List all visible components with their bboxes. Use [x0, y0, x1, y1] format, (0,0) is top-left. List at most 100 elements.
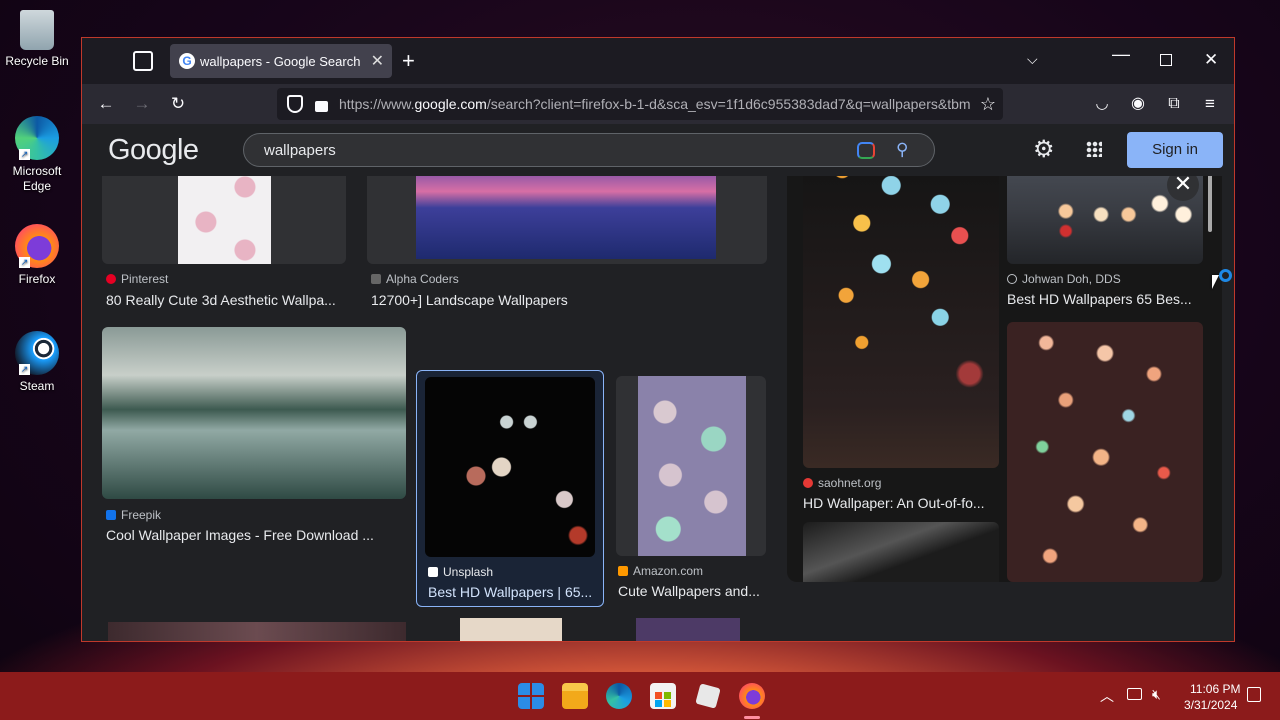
saohnet-favicon-icon: [803, 478, 813, 488]
forward-arrow-icon[interactable]: →: [131, 93, 153, 115]
shortcut-arrow-icon: ↗: [19, 364, 30, 375]
preview-image-gold-bokeh[interactable]: [1007, 322, 1203, 582]
google-apps-grid-icon[interactable]: [1086, 141, 1102, 157]
google-logo[interactable]: Google: [108, 134, 199, 167]
desktop-icon-label: Firefox: [18, 272, 56, 286]
desktop-icon-edge[interactable]: ↗ Microsoft Edge: [1, 116, 73, 194]
google-favicon-icon: G: [179, 53, 195, 69]
search-input[interactable]: wallpapers: [264, 142, 336, 159]
globe-icon: [1007, 274, 1017, 284]
start-windows-icon[interactable]: [518, 683, 544, 709]
panel-result-title[interactable]: Best HD Wallpapers 65 Bes...: [1007, 291, 1203, 307]
result-title[interactable]: 80 Really Cute 3d Aesthetic Wallpa...: [106, 292, 346, 308]
result-thumbnail[interactable]: [425, 377, 595, 557]
notifications-icon[interactable]: [1247, 687, 1261, 702]
panel-result-title[interactable]: HD Wallpaper: An Out-of-fo...: [803, 495, 999, 511]
search-icon[interactable]: ⚲: [896, 140, 908, 160]
planets-pattern-image: [638, 376, 746, 556]
mouse-cursor-icon: [1212, 275, 1219, 289]
new-tab-button[interactable]: +: [402, 48, 415, 74]
url-text: https://www.google.com/search?client=fir…: [339, 96, 971, 112]
result-title[interactable]: Best HD Wallpapers | 65...: [428, 584, 598, 600]
search-box[interactable]: wallpapers ⚲: [243, 133, 935, 167]
edge-taskbar-icon[interactable]: [606, 683, 632, 709]
preview-image-partial[interactable]: [803, 522, 999, 582]
desktop-icon-label: Steam: [19, 379, 55, 393]
amazon-favicon-icon: [618, 566, 628, 576]
panel-source-label: Johwan Doh, DDS: [1022, 272, 1121, 286]
loading-spinner-icon: [1219, 269, 1232, 282]
clock-time[interactable]: 11:06 PM: [1190, 682, 1240, 696]
desktop-icon-steam[interactable]: ↗ Steam: [1, 331, 73, 394]
result-source-label: Alpha Coders: [386, 272, 459, 286]
result-card-selected[interactable]: Unsplash Best HD Wallpapers | 65...: [416, 370, 604, 607]
tab-bar: G wallpapers - Google Search ✕ + ⌵ — ✕: [82, 38, 1234, 84]
maximize-button[interactable]: [1160, 54, 1172, 66]
roblox-icon[interactable]: [695, 683, 721, 709]
back-arrow-icon[interactable]: ←: [95, 93, 117, 115]
panel-result-source[interactable]: saohnet.org: [803, 476, 881, 490]
result-title[interactable]: Cool Wallpaper Images - Free Download ..…: [106, 527, 402, 543]
result-thumbnail-partial[interactable]: [636, 618, 740, 641]
result-source[interactable]: Amazon.com: [618, 564, 703, 578]
unsplash-favicon-icon: [428, 567, 438, 577]
settings-gear-icon[interactable]: ⚙: [1033, 135, 1055, 164]
result-source-label: Unsplash: [443, 565, 494, 579]
result-source[interactable]: Alpha Coders: [371, 272, 459, 286]
url-prefix: https://www.: [339, 96, 415, 112]
tab-google-search[interactable]: G wallpapers - Google Search ✕: [170, 44, 392, 78]
volume-muted-icon[interactable]: 🔇︎: [1152, 686, 1161, 703]
firefox-window: G wallpapers - Google Search ✕ + ⌵ — ✕ ←…: [81, 37, 1235, 642]
pinterest-favicon-icon: [106, 274, 116, 284]
firefox-icon: ↗: [15, 224, 59, 268]
recycle-bin-icon: [20, 10, 54, 50]
tab-title: wallpapers - Google Search: [200, 54, 361, 69]
result-card[interactable]: Freepik Cool Wallpaper Images - Free Dow…: [102, 327, 406, 552]
panel-result-source[interactable]: Johwan Doh, DDS: [1007, 272, 1121, 286]
google-lens-camera-icon[interactable]: [857, 142, 875, 159]
result-thumbnail-partial[interactable]: [108, 622, 406, 641]
freepik-favicon-icon: [106, 510, 116, 520]
pocket-icon[interactable]: ◡: [1091, 93, 1113, 115]
result-source-label: Freepik: [121, 508, 162, 522]
result-source[interactable]: Freepik: [106, 508, 161, 522]
list-all-tabs-chevron-icon[interactable]: ⌵: [1027, 51, 1038, 68]
lock-icon[interactable]: [315, 101, 328, 112]
google-header: Google wallpapers ⚲ ⚙ Sign in: [82, 124, 1234, 176]
desktop-icon-firefox[interactable]: ↗ Firefox: [1, 224, 73, 287]
url-bar[interactable]: https://www.google.com/search?client=fir…: [277, 88, 1003, 120]
firefox-taskbar-icon[interactable]: [739, 683, 765, 709]
result-thumbnail-partial[interactable]: [460, 618, 562, 641]
clock-date[interactable]: 3/31/2024: [1184, 698, 1237, 712]
microsoft-store-icon[interactable]: [650, 683, 676, 709]
account-icon[interactable]: ◉: [1127, 93, 1149, 115]
result-source[interactable]: Pinterest: [106, 272, 168, 286]
network-icon[interactable]: [1127, 688, 1142, 700]
shield-icon[interactable]: [287, 95, 303, 113]
desktop-icon-label: Recycle Bin: [5, 54, 69, 68]
shortcut-arrow-icon: ↗: [19, 257, 30, 268]
navigation-toolbar: ← → ↻ https://www.google.com/search?clie…: [82, 84, 1234, 124]
bookmark-star-icon[interactable]: ☆: [977, 93, 999, 115]
desktop-icon-label: Microsoft Edge: [12, 164, 62, 193]
result-source[interactable]: Unsplash: [428, 565, 493, 579]
extensions-icon[interactable]: ⧉: [1163, 93, 1185, 115]
result-thumbnail[interactable]: [616, 376, 766, 556]
result-thumbnail[interactable]: [102, 327, 406, 499]
close-window-button[interactable]: ✕: [1204, 50, 1218, 70]
result-card[interactable]: Amazon.com Cute Wallpapers and...: [616, 370, 766, 607]
result-title[interactable]: Cute Wallpapers and...: [618, 583, 766, 599]
panel-source-label: saohnet.org: [818, 476, 882, 490]
sign-in-button[interactable]: Sign in: [1127, 132, 1223, 168]
firefox-view-icon[interactable]: [133, 51, 153, 71]
minimize-button[interactable]: —: [1112, 44, 1130, 65]
preview-image-bokeh[interactable]: [803, 154, 999, 468]
close-tab-icon[interactable]: ✕: [371, 51, 384, 71]
reload-icon[interactable]: ↻: [167, 93, 189, 115]
desktop-icon-recycle-bin[interactable]: Recycle Bin: [1, 10, 73, 69]
show-hidden-icons-chevron-icon[interactable]: ︿: [1100, 686, 1114, 706]
file-explorer-icon[interactable]: [562, 683, 588, 709]
menu-hamburger-icon[interactable]: ≡: [1199, 93, 1221, 115]
steam-icon: ↗: [15, 331, 59, 375]
result-title[interactable]: 12700+] Landscape Wallpapers: [371, 292, 751, 308]
